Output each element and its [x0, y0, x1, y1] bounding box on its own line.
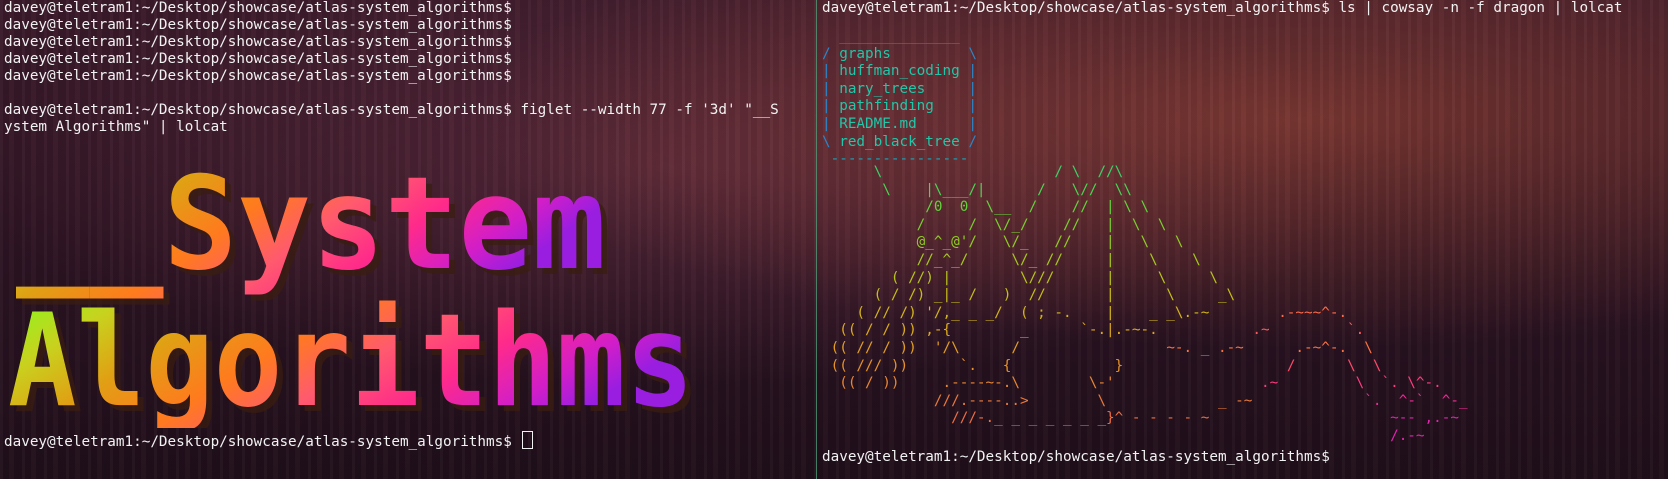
- pane-divider[interactable]: [816, 0, 817, 479]
- history-line: davey@teletram1:~/Desktop/showcase/atlas…: [4, 34, 512, 50]
- history-line: davey@teletram1:~/Desktop/showcase/atlas…: [4, 0, 512, 16]
- speech-bubble: ______________ / graphs \ | huffman_codi…: [822, 28, 977, 168]
- history-line: davey@teletram1:~/Desktop/showcase/atlas…: [4, 68, 512, 84]
- listing-item: nary_trees: [839, 80, 926, 97]
- banner-line-2: Algorithms: [8, 287, 694, 428]
- history-line: davey@teletram1:~/Desktop/showcase/atlas…: [4, 51, 512, 67]
- listing-item: graphs: [839, 45, 891, 62]
- listing-item: red_black_tree: [839, 133, 960, 150]
- prompt-text: davey@teletram1:~/Desktop/showcase/atlas…: [4, 434, 512, 450]
- active-prompt-line[interactable]: davey@teletram1:~/Desktop/showcase/atlas…: [822, 449, 1330, 467]
- listing-item: pathfinding: [839, 98, 934, 115]
- cowsay-command-line: davey@teletram1:~/Desktop/showcase/atlas…: [822, 0, 1623, 16]
- text-cursor: [522, 431, 534, 449]
- listing-item: huffman_coding: [839, 63, 960, 80]
- listing-item: README.md: [839, 115, 917, 132]
- figlet-banner: __System __System Algorithms Algorithms: [8, 150, 700, 428]
- history-line: davey@teletram1:~/Desktop/showcase/atlas…: [4, 17, 512, 33]
- banner-line-1: __System: [16, 150, 606, 299]
- desktop-screen: davey@teletram1:~/Desktop/showcase/atlas…: [0, 0, 1668, 479]
- right-terminal-pane[interactable]: davey@teletram1:~/Desktop/showcase/atlas…: [818, 0, 1668, 479]
- figlet-command-continuation: ystem Algorithms" | lolcat: [4, 119, 228, 135]
- active-prompt-line[interactable]: davey@teletram1:~/Desktop/showcase/atlas…: [4, 431, 534, 452]
- left-terminal-pane[interactable]: davey@teletram1:~/Desktop/showcase/atlas…: [0, 0, 816, 479]
- figlet-command-line: davey@teletram1:~/Desktop/showcase/atlas…: [4, 102, 779, 118]
- dragon-ascii-art: \ / \ //\ \ |\___/| / \// \\ /0 0 \__ / …: [822, 164, 1468, 444]
